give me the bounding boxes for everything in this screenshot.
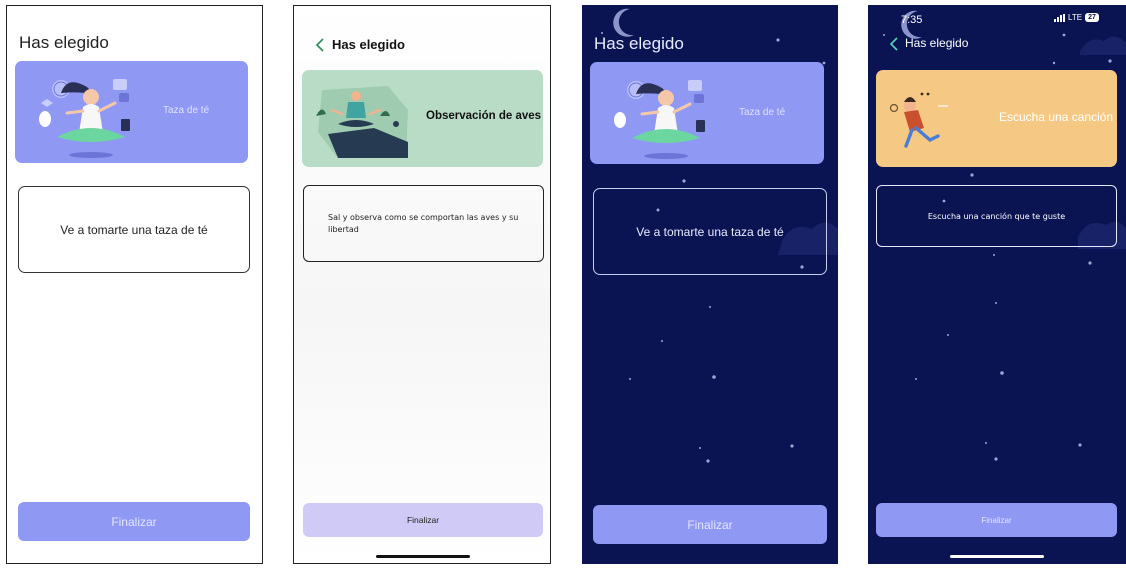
- signal-icon: [1054, 13, 1065, 22]
- activity-card[interactable]: Taza de té: [15, 61, 248, 163]
- page-title: Has elegido: [332, 37, 405, 52]
- meditation-illustration: [39, 79, 130, 158]
- activity-card[interactable]: Taza de té: [590, 62, 824, 164]
- moon-icon: [613, 8, 634, 37]
- page-title: Has elegido: [19, 33, 109, 52]
- screen-tea-light: Has elegido Taza de té Ve a tomarte una …: [6, 5, 263, 564]
- activity-label: Observación de aves: [426, 110, 542, 122]
- activity-label: Taza de té: [163, 105, 210, 116]
- page-title: Has elegido: [594, 34, 684, 53]
- page-title: Has elegido: [905, 36, 969, 50]
- activity-card[interactable]: Observación de aves: [302, 70, 543, 167]
- back-chevron-icon[interactable]: [314, 37, 326, 53]
- screen-song-night: 7:35 LTE 27 Has elegido Escucha una canc…: [868, 5, 1126, 564]
- status-time: 7:35: [901, 14, 923, 26]
- status-indicators: LTE 27: [1054, 13, 1099, 22]
- battery-icon: 27: [1085, 13, 1099, 22]
- meditation-illustration: [614, 80, 705, 159]
- screen-birds-light: Has elegido Observación de aves Sal y ob…: [293, 5, 551, 564]
- finish-button[interactable]: Finalizar: [876, 503, 1117, 537]
- network-label: LTE: [1068, 13, 1083, 22]
- finish-button[interactable]: Finalizar: [18, 502, 250, 541]
- screen-tea-night: Has elegido Taza de té Ve a tomarte una …: [582, 5, 838, 564]
- activity-description: Ve a tomarte una taza de té: [18, 186, 250, 273]
- finish-button[interactable]: Finalizar: [303, 503, 543, 537]
- back-chevron-icon[interactable]: [888, 36, 900, 52]
- activity-label: Escucha una canción: [999, 110, 1114, 124]
- home-indicator: [376, 555, 470, 558]
- activity-description: Sal y observa como se comportan las aves…: [303, 185, 544, 262]
- birdwatching-illustration: [316, 86, 408, 158]
- home-indicator: [950, 555, 1044, 558]
- activity-description: Ve a tomarte una taza de té: [593, 188, 827, 275]
- activity-card[interactable]: Escucha una canción: [876, 70, 1117, 167]
- activity-label: Taza de té: [739, 107, 786, 118]
- finish-button[interactable]: Finalizar: [593, 505, 827, 544]
- music-illustration: [889, 92, 948, 148]
- activity-description: Escucha una canción que te guste: [876, 185, 1117, 247]
